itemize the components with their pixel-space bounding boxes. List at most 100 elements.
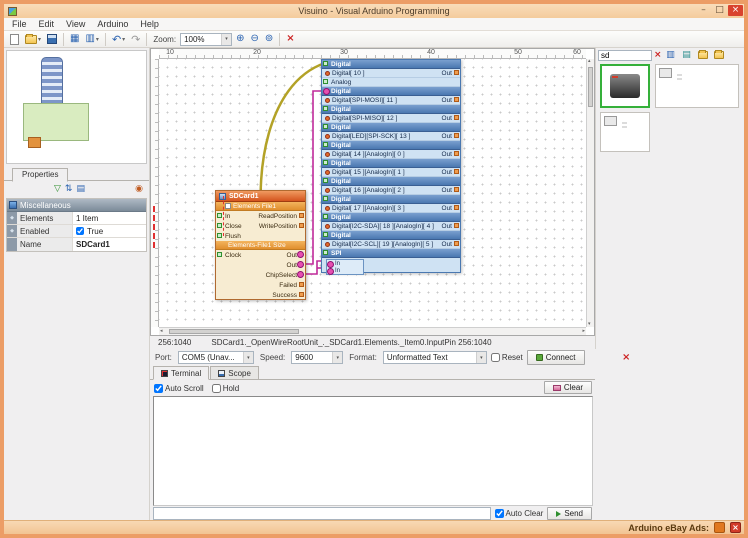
send-button[interactable]: Send	[547, 507, 592, 520]
new-button[interactable]	[8, 33, 21, 46]
sdcard-pin-row[interactable]: Failed	[216, 280, 305, 290]
scroll-left-icon[interactable]: ◂	[160, 329, 163, 334]
sdcard-pin-row[interactable]: Flush	[216, 231, 305, 241]
output-pin[interactable]	[297, 271, 304, 278]
auto-clear-checkbox-input[interactable]	[495, 509, 504, 518]
maximize-button[interactable]: □	[712, 5, 727, 16]
auto-scroll-checkbox-input[interactable]	[154, 384, 163, 393]
arduino-channel-row[interactable]: Digital[ 17 ][AnalogIn][ 3 ]Out	[322, 204, 460, 213]
arduino-section-header[interactable]: Digital	[322, 105, 460, 114]
elements-checkbox[interactable]	[225, 203, 231, 209]
component-item[interactable]	[655, 64, 739, 108]
component-search-input[interactable]	[598, 50, 652, 61]
reset-checkbox-input[interactable]	[491, 353, 500, 362]
output-pin[interactable]	[299, 213, 304, 218]
component-item[interactable]	[600, 112, 650, 152]
minimize-button[interactable]: –	[696, 5, 711, 16]
input-pin[interactable]	[323, 214, 328, 219]
sdcard-elements-strip[interactable]: Elements File1	[216, 202, 305, 211]
zoom-fit-button[interactable]: ⊚	[263, 33, 275, 45]
zoom-in-button[interactable]: ⊕	[234, 33, 246, 45]
redo-button[interactable]: ↷	[129, 33, 142, 46]
scroll-up-icon[interactable]: ▴	[588, 59, 591, 64]
property-value[interactable]: True	[73, 227, 146, 236]
input-pin[interactable]	[323, 232, 328, 237]
input-pin[interactable]	[323, 196, 328, 201]
arduino-channel-row[interactable]: Digital[I2C-SDA][ 18 ][AnalogIn][ 4 ]Out	[322, 222, 460, 231]
scroll-right-icon[interactable]: ▸	[582, 329, 585, 334]
output-pin[interactable]	[454, 187, 459, 192]
layout-view-button[interactable]: ▥▾	[83, 33, 100, 45]
menu-file[interactable]: File	[6, 19, 33, 29]
input-pin[interactable]	[217, 252, 222, 257]
arduino-section-header[interactable]: SPI	[322, 249, 460, 258]
sdcard-pin-row[interactable]: ChipSelect	[216, 270, 305, 280]
spi-pin-row[interactable]: In	[327, 267, 363, 274]
output-pin[interactable]	[454, 151, 459, 156]
arduino-section-header[interactable]: Digital	[322, 195, 460, 204]
sdcard-pin-row[interactable]: CloseWritePosition	[216, 221, 305, 231]
property-value[interactable]: 1 Item	[73, 214, 146, 223]
arduino-section-header[interactable]: Digital	[322, 123, 460, 132]
property-row-name[interactable]: Name SDCard1	[7, 238, 146, 251]
delete-button[interactable]: ×	[284, 33, 296, 45]
list-view-button[interactable]: ▥	[664, 49, 678, 61]
board-preview[interactable]	[6, 50, 147, 164]
scroll-thumb[interactable]	[588, 67, 593, 107]
input-pin[interactable]	[323, 106, 328, 111]
arduino-channel-row[interactable]: Digital[SPI-MOSI][ 11 ]Out	[322, 96, 460, 105]
ebay-icon[interactable]	[714, 522, 725, 533]
format-select[interactable]: Unformatted Text▾	[383, 351, 487, 364]
property-value[interactable]: SDCard1	[73, 240, 146, 249]
sdcard-pin-row[interactable]: Success	[216, 290, 305, 300]
arduino-section-header[interactable]: Digital	[322, 159, 460, 168]
input-pin[interactable]	[323, 79, 328, 84]
send-input[interactable]	[153, 507, 491, 520]
arduino-section-header[interactable]: Digital	[322, 141, 460, 150]
sdcard-header[interactable]: SDCard1	[216, 191, 305, 202]
hold-checkbox[interactable]: Hold	[212, 384, 239, 393]
menu-view[interactable]: View	[60, 19, 91, 29]
canvas-horizontal-scrollbar[interactable]: ◂ ▸	[159, 327, 586, 335]
arduino-channel-row[interactable]: Digital[ 14 ][AnalogIn][ 0 ]Out	[322, 150, 460, 159]
output-pin[interactable]	[454, 223, 459, 228]
arduino-board-component[interactable]: DigitalDigital[ 10 ]OutAnalogDigitalDigi…	[321, 59, 461, 273]
arduino-spi-row[interactable]: InIn	[322, 258, 460, 274]
output-pin[interactable]	[299, 292, 304, 297]
input-pin[interactable]	[217, 223, 222, 228]
property-row-enabled[interactable]: ◆ Enabled True	[7, 225, 146, 238]
categorize-icon[interactable]: ▤	[76, 185, 85, 194]
arduino-section-header[interactable]: Digital	[322, 60, 460, 69]
scroll-thumb[interactable]	[169, 329, 299, 334]
arduino-channel-row[interactable]: Digital[ 16 ][AnalogIn][ 2 ]Out	[322, 186, 460, 195]
category-folder2-button[interactable]	[712, 49, 726, 61]
close-ads-icon[interactable]: ×	[730, 522, 741, 533]
filter-icon[interactable]: ▽	[54, 185, 61, 194]
arduino-channel-row[interactable]: Digital[I2C-SCL][ 19 ][AnalogIn][ 5 ]Out	[322, 240, 460, 249]
auto-clear-checkbox[interactable]: Auto Clear	[495, 509, 544, 518]
canvas-vertical-scrollbar[interactable]: ▴ ▾	[586, 59, 594, 327]
scroll-down-icon[interactable]: ▾	[588, 322, 591, 327]
input-pin[interactable]	[323, 142, 328, 147]
output-pin[interactable]	[454, 133, 459, 138]
output-pin[interactable]	[454, 205, 459, 210]
arduino-section-header[interactable]: Digital	[322, 231, 460, 240]
close-panel-icon[interactable]: ×	[622, 352, 630, 363]
input-pin[interactable]	[323, 178, 328, 183]
input-pin[interactable]	[327, 268, 334, 275]
output-pin[interactable]	[299, 282, 304, 287]
speed-select[interactable]: 9600▾	[291, 351, 343, 364]
output-pin[interactable]	[454, 169, 459, 174]
property-row-elements[interactable]: ◆ Elements 1 Item	[7, 212, 146, 225]
tab-terminal[interactable]: Terminal	[153, 366, 209, 380]
tab-scope[interactable]: Scope	[210, 366, 259, 379]
clear-search-icon[interactable]: ×	[654, 51, 662, 60]
tab-properties[interactable]: Properties	[12, 168, 68, 182]
arduino-channel-row[interactable]: Digital[ 10 ]Out	[322, 69, 460, 78]
sdcard-elements-strip[interactable]: Elements-File1 Size	[216, 241, 305, 250]
wire-out-to-mosi[interactable]	[305, 91, 322, 264]
category-row-miscellaneous[interactable]: Miscellaneous	[7, 199, 146, 212]
board-view-button[interactable]: ▦	[68, 33, 81, 45]
auto-scroll-checkbox[interactable]: Auto Scroll	[154, 384, 204, 393]
sort-icon[interactable]: ⇅	[65, 185, 73, 194]
